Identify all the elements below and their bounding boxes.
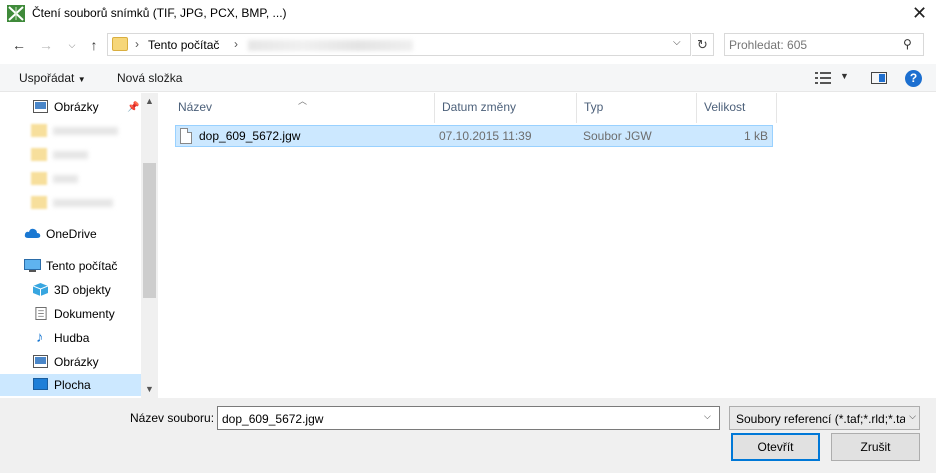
sidebar-item-redacted[interactable] [31, 123, 131, 139]
breadcrumb-root[interactable]: Tento počítač [148, 38, 219, 52]
sidebar-item-label: Tento počítač [46, 259, 118, 273]
folder-icon [112, 37, 128, 51]
table-row[interactable]: dop_609_5672.jgw 07.10.2015 11:39 Soubor… [175, 125, 773, 147]
sidebar-item-this-pc[interactable]: Tento počítač [0, 255, 141, 277]
back-arrow-icon[interactable]: ← [10, 36, 28, 54]
view-dropdown-icon[interactable]: ▼ [840, 71, 849, 81]
sidebar-item-redacted[interactable] [31, 147, 131, 163]
pin-icon[interactable]: 📌 [127, 102, 139, 113]
file-type-filter-label: Soubory referencí (*.taf;*.rld;*.tab;*.j… [736, 412, 919, 426]
file-icon [180, 128, 192, 144]
dialog-footer: Název souboru: ⌵ Soubory referencí (*.ta… [0, 398, 936, 473]
sidebar-item-onedrive[interactable]: OneDrive [0, 223, 141, 245]
search-box[interactable]: ⚲ [724, 33, 924, 56]
file-date: 07.10.2015 11:39 [439, 129, 532, 143]
music-note-icon: ♪ [36, 329, 44, 346]
sidebar-item-label: Dokumenty [54, 307, 115, 321]
column-header-size[interactable]: Velikost [697, 93, 777, 123]
file-size: 1 kB [743, 129, 768, 143]
sidebar-item-label: 3D objekty [54, 283, 111, 297]
help-icon[interactable]: ? [905, 70, 922, 87]
filename-label: Název souboru: [130, 411, 215, 425]
column-header-date[interactable]: Datum změny [435, 93, 577, 123]
refresh-icon[interactable]: ↻ [692, 33, 714, 56]
pictures-icon [33, 355, 48, 368]
up-arrow-icon[interactable]: ↑ [85, 36, 103, 54]
sidebar-item-label: Hudba [54, 331, 90, 345]
navigation-pane: Obrázky 📌 OneDrive Tento počítač 3D obje… [0, 93, 158, 398]
sidebar-item-pictures[interactable]: Obrázky [0, 351, 141, 373]
search-input[interactable] [729, 37, 894, 52]
window-title: Čtení souborů snímků (TIF, JPG, PCX, BMP… [32, 6, 287, 20]
file-list: Název Datum změny Typ Velikost dop_609_5… [159, 93, 936, 398]
cloud-icon [24, 228, 41, 238]
scroll-up-icon[interactable]: ▲ [141, 93, 158, 110]
file-type-filter[interactable]: Soubory referencí (*.taf;*.rld;*.tab;*.j… [729, 406, 920, 430]
sidebar-scrollbar[interactable]: ▲ ▼ [141, 93, 158, 398]
scroll-down-icon[interactable]: ▼ [141, 381, 158, 398]
filename-input[interactable] [222, 411, 692, 426]
sidebar-item-label: Obrázky [54, 355, 99, 369]
sort-ascending-icon: ︿ [298, 96, 308, 106]
preview-pane-icon[interactable] [871, 72, 887, 84]
search-icon[interactable]: ⚲ [903, 37, 912, 51]
close-button[interactable]: ✕ [903, 2, 936, 26]
sidebar-item-desktop[interactable]: Plocha [0, 374, 141, 396]
recent-locations-chevron-icon[interactable]: ⌵ [63, 36, 81, 54]
column-header-type[interactable]: Typ [577, 93, 697, 123]
view-options-icon[interactable] [815, 72, 831, 84]
organize-button[interactable]: Uspořádat ▼ [19, 71, 86, 85]
title-bar: Čtení souborů snímků (TIF, JPG, PCX, BMP… [0, 0, 936, 28]
file-type: Soubor JGW [583, 129, 652, 143]
chevron-down-icon[interactable]: ⌵ [905, 411, 919, 425]
breadcrumb-redacted [248, 40, 413, 51]
sidebar-item-label: OneDrive [46, 227, 97, 241]
document-icon [35, 307, 47, 320]
sidebar-item-music[interactable]: ♪ Hudba [0, 327, 141, 349]
address-bar[interactable]: › Tento počítač › ⌵ [107, 33, 691, 56]
command-toolbar: Uspořádat ▼ Nová složka ▼ ? [0, 64, 936, 92]
sidebar-item-redacted[interactable] [31, 171, 131, 187]
sidebar-item-documents[interactable]: Dokumenty [0, 303, 141, 325]
new-folder-button[interactable]: Nová složka [117, 71, 182, 85]
desktop-icon [33, 378, 48, 390]
chevron-down-icon[interactable]: ⌵ [704, 411, 711, 422]
cube-3d-icon [33, 283, 48, 296]
pictures-icon [33, 100, 48, 113]
sidebar-item-pictures-pinned[interactable]: Obrázky 📌 [0, 96, 141, 118]
filename-combobox[interactable]: ⌵ [217, 406, 720, 430]
computer-icon [24, 259, 41, 272]
scrollbar-thumb[interactable] [143, 163, 156, 298]
address-dropdown-icon[interactable]: ⌵ [673, 37, 681, 48]
app-icon [7, 5, 25, 22]
forward-arrow-icon[interactable]: → [37, 36, 55, 54]
sidebar-item-label: Obrázky [54, 100, 99, 114]
breadcrumb-chevron-icon[interactable]: › [234, 37, 238, 51]
file-name: dop_609_5672.jgw [199, 129, 301, 143]
cancel-button[interactable]: Zrušit [831, 433, 920, 461]
sidebar-item-3d-objects[interactable]: 3D objekty [0, 279, 141, 301]
breadcrumb-chevron-icon[interactable]: › [135, 37, 139, 51]
open-button[interactable]: Otevřít [731, 433, 820, 461]
sidebar-item-label: Plocha [54, 378, 91, 392]
sidebar-item-redacted[interactable] [31, 195, 131, 211]
